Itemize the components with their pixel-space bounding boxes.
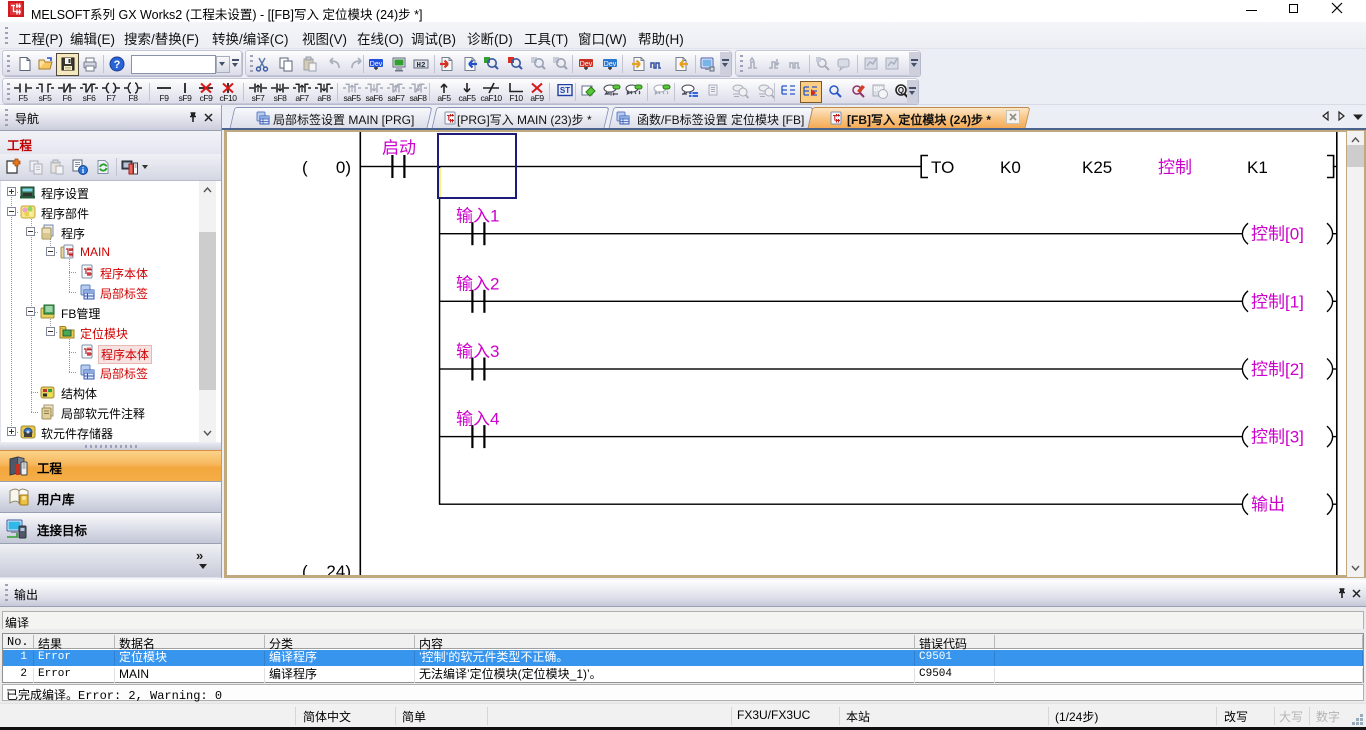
svg-text:输入1: 输入1 [456, 207, 499, 226]
svg-text:Q: Q [898, 86, 904, 95]
svg-text:K1: K1 [1247, 158, 1268, 177]
svg-text:ST: ST [560, 86, 570, 95]
svg-text:控制[2]: 控制[2] [1251, 360, 1304, 379]
svg-text:控制[1]: 控制[1] [1251, 292, 1304, 311]
svg-text:(: ( [302, 562, 308, 575]
svg-text:启动: 启动 [382, 139, 416, 158]
svg-text:输入2: 输入2 [456, 274, 499, 293]
svg-text:K25: K25 [1082, 158, 1112, 177]
svg-text:Dev: Dev [604, 61, 617, 68]
svg-text:?: ? [114, 59, 121, 71]
svg-text:TO: TO [931, 158, 954, 177]
svg-text:控制[0]: 控制[0] [1251, 225, 1304, 244]
svg-text:K0: K0 [1000, 158, 1021, 177]
svg-text:H2: H2 [416, 62, 426, 70]
svg-text:控制: 控制 [1158, 158, 1192, 177]
svg-text:控制[3]: 控制[3] [1251, 428, 1304, 447]
svg-text:输出: 输出 [1251, 495, 1285, 514]
svg-text:(: ( [302, 158, 308, 177]
svg-text:输入4: 输入4 [456, 410, 499, 429]
svg-text:0): 0) [336, 158, 351, 177]
svg-text:Dev: Dev [580, 61, 593, 68]
svg-text:24): 24) [326, 562, 351, 575]
svg-text:输入3: 输入3 [456, 342, 499, 361]
svg-text:Dev: Dev [370, 61, 383, 68]
